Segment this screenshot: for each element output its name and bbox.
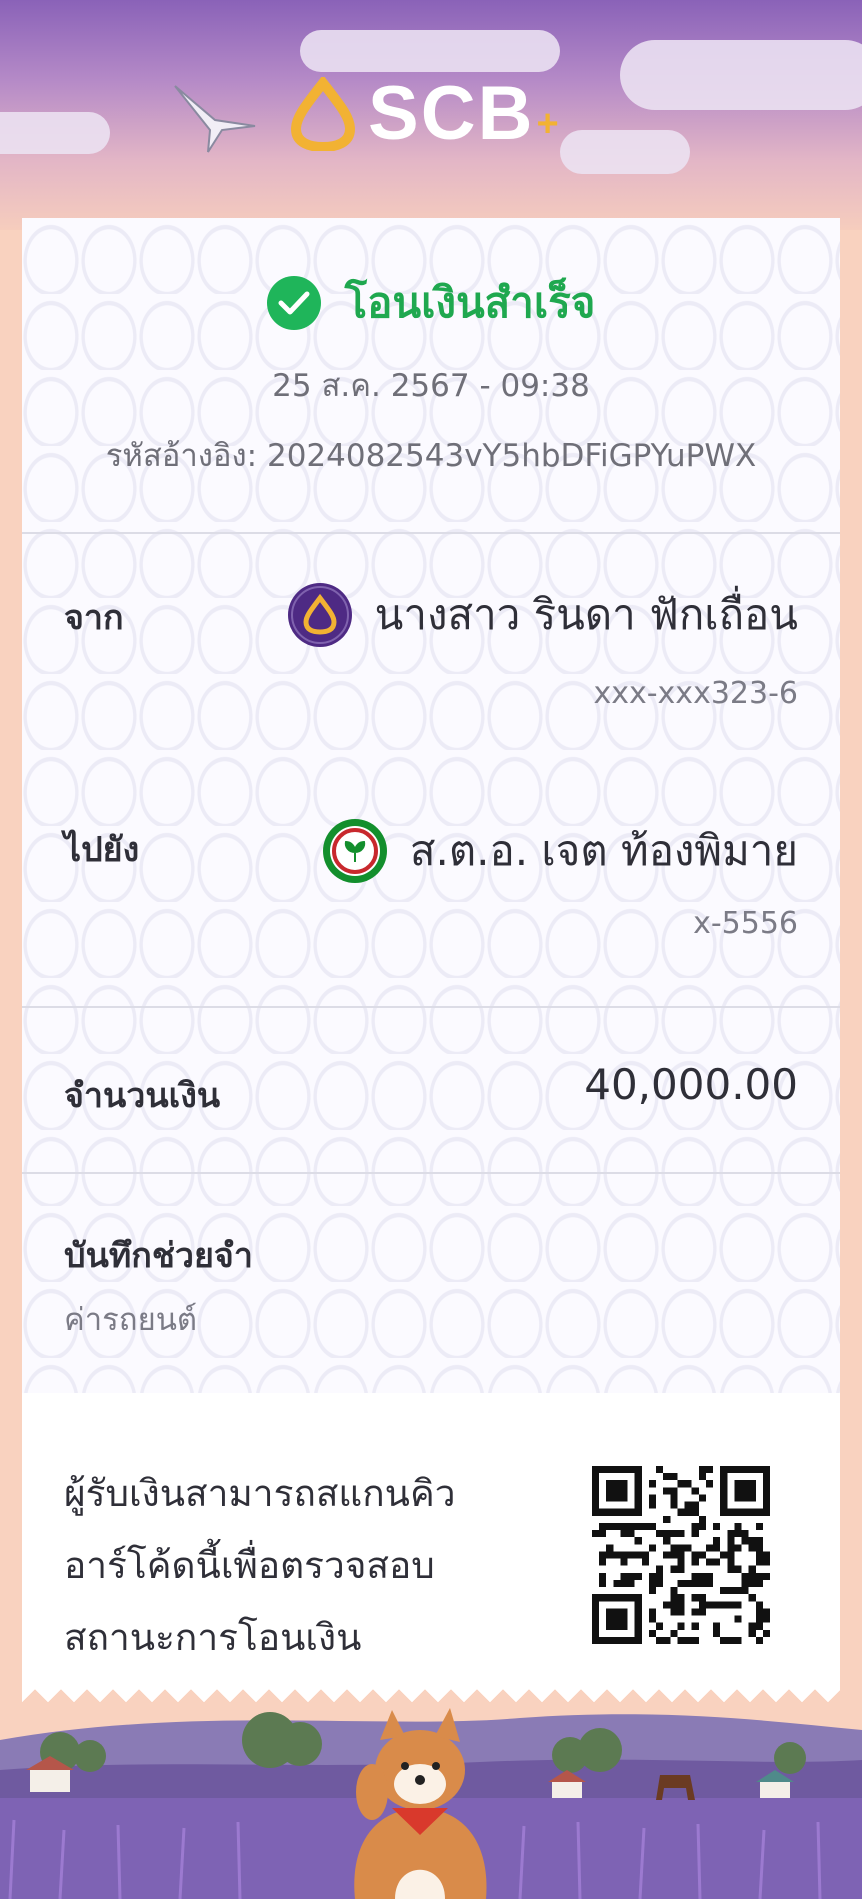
memo-label: บันทึกช่วยจำ (64, 1236, 253, 1276)
landscape-illustration (0, 1700, 862, 1899)
qr-instruction-line: อาร์โค้ดนี้เพื่อตรวจสอบ (64, 1544, 435, 1587)
lavender-field-scene (0, 1708, 862, 1899)
cloud (560, 130, 690, 174)
reference-code: รหัสอ้างอิง: 2024082543vY5hbDFiGPYuPWX (105, 438, 757, 474)
slip-torn-edge (22, 1676, 840, 1702)
qr-code[interactable] (592, 1466, 770, 1644)
divider (22, 1172, 840, 1174)
to-label: ไปยัง (64, 830, 140, 870)
scb-brand-logo: SCB + (290, 70, 559, 157)
cloud (620, 40, 862, 110)
amount-value: 40,000.00 (584, 1060, 798, 1109)
check-circle-icon (266, 276, 321, 330)
qr-instruction-line: ผู้รับเงินสามารถสแกนคิว (64, 1472, 456, 1515)
qr-instruction-line: สถานะการโอนเงิน (64, 1616, 362, 1659)
memo-value: ค่ารถยนต์ (64, 1302, 198, 1338)
status-text: โอนเงินสำเร็จ (344, 278, 596, 327)
kbank-logo-icon (322, 819, 387, 883)
divider (22, 532, 840, 534)
to-party: ส.ต.อ. เจต ท้องพิมาย (322, 818, 798, 884)
from-label: จาก (64, 598, 124, 638)
scb-logo-icon (287, 583, 352, 647)
to-name: ส.ต.อ. เจต ท้องพิมาย (409, 826, 798, 875)
from-name: นางสาว รินดา ฟักเถื่อน (374, 590, 798, 639)
qr-instructions: ผู้รับเงินสามารถสแกนคิว อาร์โค้ดนี้เพื่อ… (64, 1458, 484, 1674)
amount-label: จำนวนเงิน (64, 1076, 221, 1116)
from-account: xxx-xxx323-6 (593, 676, 798, 711)
from-party: นางสาว รินดา ฟักเถื่อน (287, 582, 798, 648)
header-banner: SCB + (0, 0, 862, 230)
brand-plus: + (536, 103, 559, 145)
cloud (300, 30, 560, 72)
transfer-status: โอนเงินสำเร็จ (22, 270, 840, 336)
brand-name: SCB (368, 71, 535, 156)
transfer-datetime: 25 ส.ค. 2567 - 09:38 (272, 368, 590, 404)
transfer-slip-card: โอนเงินสำเร็จ 25 ส.ค. 2567 - 09:38 รหัสอ… (22, 218, 840, 1702)
to-account: x-5556 (693, 906, 798, 941)
cloud (0, 112, 110, 154)
bird-illustration (174, 85, 256, 153)
scb-logo-icon (290, 76, 356, 151)
divider (22, 1006, 840, 1008)
